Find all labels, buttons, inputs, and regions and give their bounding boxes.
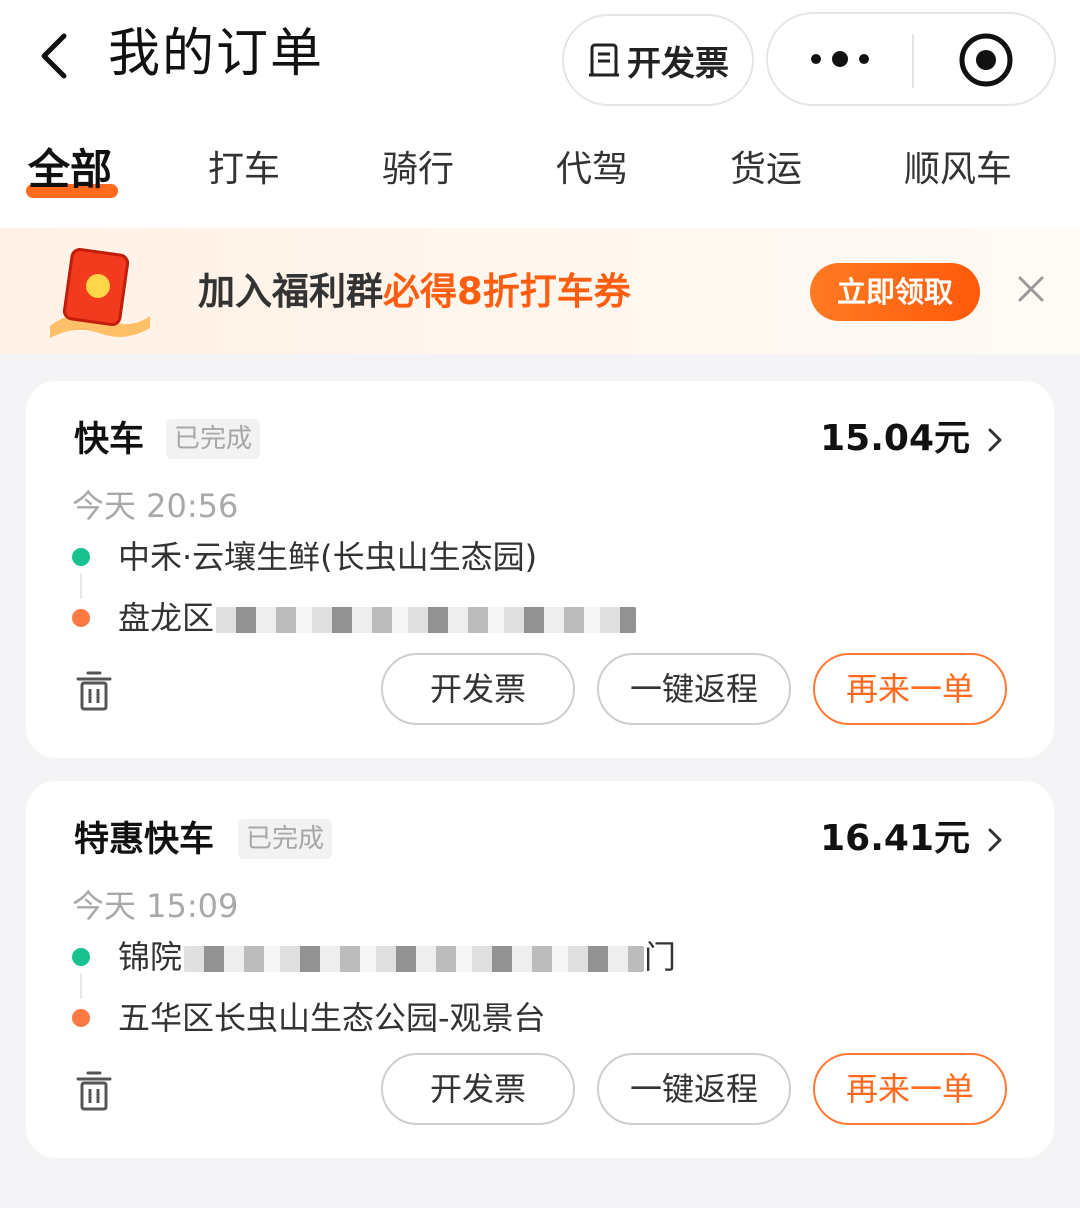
pickup-address-tail: 门 <box>644 938 677 976</box>
return-trip-button[interactable]: 一键返程 <box>597 653 791 725</box>
service-type: 特惠快车 <box>74 820 215 860</box>
status-badge: 已完成 <box>238 819 333 859</box>
service-type: 快车 <box>74 420 145 460</box>
promo-text: 加入福利群必得8折打车券 <box>198 266 631 318</box>
dropoff-address-text: 盘龙区 <box>118 599 215 637</box>
invoice-order-button[interactable]: 开发票 <box>381 653 575 725</box>
red-packet-icon <box>50 247 150 338</box>
claim-now-button[interactable]: 立即领取 <box>810 263 980 321</box>
route-line <box>80 973 82 999</box>
invoice-icon <box>589 43 619 77</box>
dropoff-address: 五华区长虫山生态公园-观景台 <box>118 999 546 1037</box>
pickup-address-text: 锦院 <box>118 938 183 976</box>
capsule-divider <box>912 34 914 88</box>
dropoff-dot <box>72 609 90 627</box>
order-price: 16.41元 <box>820 818 970 859</box>
trash-icon[interactable] <box>76 671 112 711</box>
tab-cycling[interactable]: 骑行 <box>382 144 454 196</box>
invoice-button-label: 开发票 <box>627 43 729 84</box>
pickup-dot <box>72 948 90 966</box>
pickup-address: 锦院 门 <box>118 934 676 980</box>
tab-taxi[interactable]: 打车 <box>208 144 280 196</box>
reorder-button[interactable]: 再来一单 <box>813 653 1007 725</box>
pickup-address: 中禾·云壤生鲜(长虫山生态园) <box>118 538 538 576</box>
order-time: 今天 20:56 <box>72 487 239 525</box>
tab-carpool[interactable]: 顺风车 <box>904 144 1012 196</box>
order-type-tabs: 全部 打车 骑行 代驾 货运 顺风车 <box>0 130 1080 220</box>
status-badge: 已完成 <box>166 419 261 459</box>
top-bar: 我的订单 开发票 全部 打车 骑行 代驾 货运 顺风车 <box>0 0 1080 228</box>
more-options-icon[interactable] <box>808 44 874 74</box>
route-line <box>80 573 82 599</box>
dropoff-address: 盘龙区 <box>118 595 637 641</box>
page-title: 我的订单 <box>108 24 325 84</box>
order-price: 15.04元 <box>820 418 970 459</box>
chevron-right-icon <box>988 428 1002 452</box>
pickup-dot <box>72 548 90 566</box>
order-time: 今天 15:09 <box>72 887 239 925</box>
order-card[interactable]: 特惠快车 已完成 16.41元 今天 15:09 锦院 门 五华区长虫山生态公园-… <box>26 781 1054 1158</box>
trash-icon[interactable] <box>76 1071 112 1111</box>
invoice-order-button[interactable]: 开发票 <box>381 1053 575 1125</box>
back-arrow-icon[interactable] <box>34 28 78 84</box>
close-icon[interactable] <box>1014 272 1048 306</box>
promo-banner[interactable]: 加入福利群必得8折打车券 立即领取 <box>0 228 1080 354</box>
redacted-text <box>184 946 645 972</box>
promo-text-main: 加入福利群 <box>198 270 383 313</box>
tab-designated-driver[interactable]: 代驾 <box>556 144 628 196</box>
redacted-text <box>216 607 637 633</box>
promo-text-highlight: 必得8折打车券 <box>383 270 631 313</box>
close-miniprogram-icon[interactable] <box>958 32 1014 88</box>
dropoff-dot <box>72 1009 90 1027</box>
return-trip-button[interactable]: 一键返程 <box>597 1053 791 1125</box>
order-card[interactable]: 快车 已完成 15.04元 今天 20:56 中禾·云壤生鲜(长虫山生态园) 盘… <box>26 381 1054 758</box>
chevron-right-icon <box>988 828 1002 852</box>
tab-freight[interactable]: 货运 <box>730 144 802 196</box>
invoice-button[interactable]: 开发票 <box>562 14 754 106</box>
mini-program-capsule <box>766 12 1056 106</box>
tab-all[interactable]: 全部 <box>28 144 112 196</box>
reorder-button[interactable]: 再来一单 <box>813 1053 1007 1125</box>
